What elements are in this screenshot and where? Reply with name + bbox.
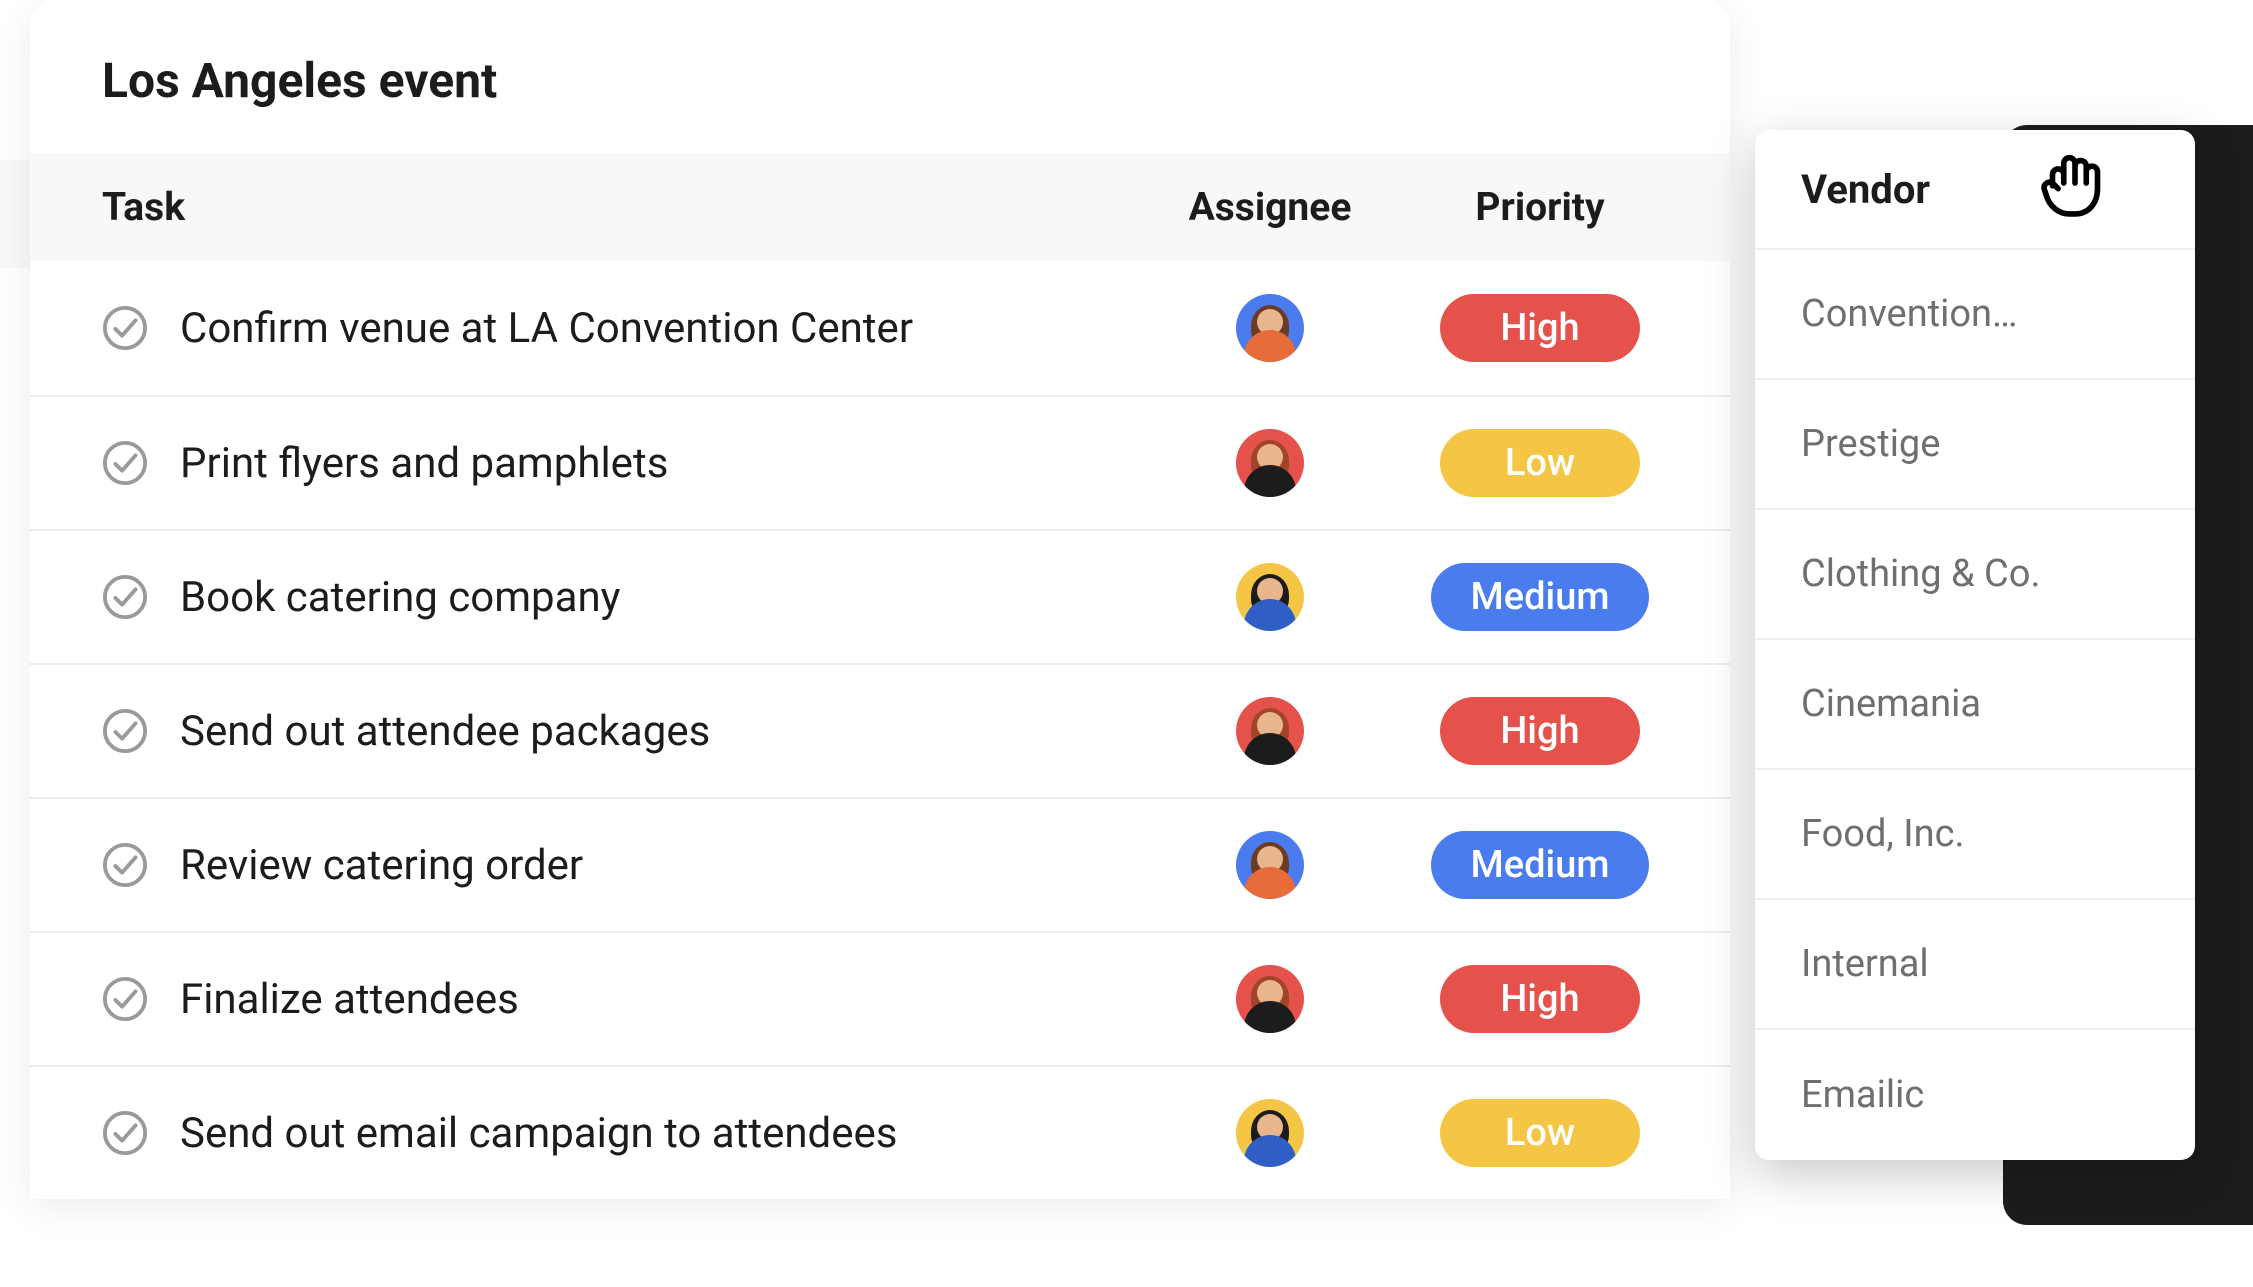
priority-pill[interactable]: High [1440, 294, 1640, 362]
task-name[interactable]: Confirm venue at LA Convention Center [180, 304, 913, 353]
task-name[interactable]: Book catering company [180, 573, 621, 622]
assignee-cell [1140, 965, 1400, 1033]
column-header-priority[interactable]: Priority [1400, 184, 1680, 230]
vendor-item[interactable]: Internal [1755, 900, 2195, 1030]
complete-toggle-icon[interactable] [102, 574, 148, 620]
vendor-column-panel[interactable]: Vendor Convention…PrestigeClothing & Co.… [1755, 130, 2195, 1160]
task-row[interactable]: Send out attendee packages High [30, 663, 1730, 797]
vendor-item[interactable]: Cinemania [1755, 640, 2195, 770]
complete-toggle-icon[interactable] [102, 440, 148, 486]
grab-cursor-icon [2030, 138, 2120, 228]
project-card: Los Angeles event Task Assignee Priority… [30, 0, 1730, 1199]
task-cell: Review catering order [102, 841, 1140, 890]
assignee-avatar[interactable] [1236, 429, 1304, 497]
priority-pill[interactable]: High [1440, 697, 1640, 765]
assignee-avatar[interactable] [1236, 697, 1304, 765]
assignee-avatar[interactable] [1236, 831, 1304, 899]
task-row[interactable]: Send out email campaign to attendees Low [30, 1065, 1730, 1199]
complete-toggle-icon[interactable] [102, 305, 148, 351]
priority-pill[interactable]: Medium [1431, 563, 1650, 631]
complete-toggle-icon[interactable] [102, 842, 148, 888]
assignee-cell [1140, 563, 1400, 631]
assignee-cell [1140, 294, 1400, 362]
assignee-avatar[interactable] [1236, 294, 1304, 362]
task-name[interactable]: Print flyers and pamphlets [180, 439, 668, 488]
priority-cell: High [1400, 294, 1680, 362]
vendor-item[interactable]: Clothing & Co. [1755, 510, 2195, 640]
assignee-cell [1140, 831, 1400, 899]
assignee-avatar[interactable] [1236, 563, 1304, 631]
priority-pill[interactable]: Low [1440, 429, 1640, 497]
assignee-avatar[interactable] [1236, 1099, 1304, 1167]
priority-cell: Low [1400, 429, 1680, 497]
task-name[interactable]: Finalize attendees [180, 975, 519, 1024]
task-name[interactable]: Send out email campaign to attendees [180, 1109, 897, 1158]
task-cell: Confirm venue at LA Convention Center [102, 304, 1140, 353]
table-header-row: Task Assignee Priority [30, 153, 1730, 261]
task-name[interactable]: Send out attendee packages [180, 707, 710, 756]
task-row[interactable]: Confirm venue at LA Convention Center Hig… [30, 261, 1730, 395]
vendor-item[interactable]: Food, Inc. [1755, 770, 2195, 900]
column-header-assignee[interactable]: Assignee [1140, 184, 1400, 230]
priority-cell: Medium [1400, 563, 1680, 631]
task-row[interactable]: Review catering order Medium [30, 797, 1730, 931]
assignee-cell [1140, 697, 1400, 765]
vendor-item[interactable]: Prestige [1755, 380, 2195, 510]
task-row[interactable]: Print flyers and pamphlets Low [30, 395, 1730, 529]
task-cell: Send out email campaign to attendees [102, 1109, 1140, 1158]
task-table: Task Assignee Priority Confirm venue at … [30, 153, 1730, 1199]
priority-cell: Low [1400, 1099, 1680, 1167]
complete-toggle-icon[interactable] [102, 976, 148, 1022]
task-row[interactable]: Finalize attendees High [30, 931, 1730, 1065]
task-cell: Print flyers and pamphlets [102, 439, 1140, 488]
page-title: Los Angeles event [30, 0, 1730, 153]
complete-toggle-icon[interactable] [102, 708, 148, 754]
complete-toggle-icon[interactable] [102, 1110, 148, 1156]
assignee-avatar[interactable] [1236, 965, 1304, 1033]
task-name[interactable]: Review catering order [180, 841, 583, 890]
assignee-cell [1140, 1099, 1400, 1167]
vendor-column-header[interactable]: Vendor [1755, 130, 2195, 250]
task-row[interactable]: Book catering company Medium [30, 529, 1730, 663]
priority-cell: High [1400, 965, 1680, 1033]
priority-pill[interactable]: Medium [1431, 831, 1650, 899]
vendor-item[interactable]: Emailic [1755, 1030, 2195, 1160]
task-cell: Book catering company [102, 573, 1140, 622]
priority-cell: High [1400, 697, 1680, 765]
vendor-item[interactable]: Convention… [1755, 250, 2195, 380]
priority-pill[interactable]: High [1440, 965, 1640, 1033]
assignee-cell [1140, 429, 1400, 497]
priority-cell: Medium [1400, 831, 1680, 899]
task-cell: Send out attendee packages [102, 707, 1140, 756]
column-header-task[interactable]: Task [102, 184, 1140, 230]
priority-pill[interactable]: Low [1440, 1099, 1640, 1167]
task-cell: Finalize attendees [102, 975, 1140, 1024]
